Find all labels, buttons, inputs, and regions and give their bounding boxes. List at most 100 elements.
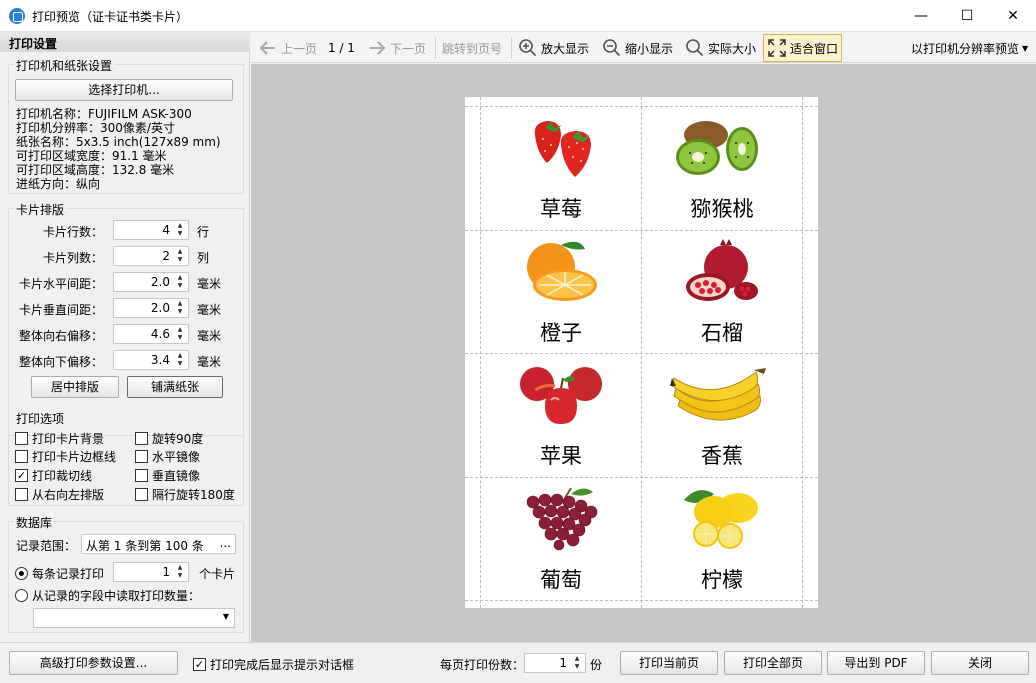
fit-window-button[interactable]: 适合窗口 [763,34,843,62]
arrow-left-icon [259,41,275,55]
card-layout-group-title: 卡片排版 [14,201,67,218]
show-dialog-checkbox[interactable]: ✓ 打印完成后显示提示对话框 [193,656,354,673]
spinner-arrows-icon[interactable]: ▲ ▼ [174,564,186,580]
export-pdf-button[interactable]: 导出到 PDF [827,651,925,675]
spinner-arrows-icon[interactable]: ▲ ▼ [571,655,583,671]
print-options-group-title: 打印选项 [14,410,67,427]
preview-toolbar: 上一页 1 / 1 下一页 跳转到页号 放大显示 缩小显示 实际大小 适合窗口 … [251,32,1036,63]
checkbox-icon [15,450,28,463]
right-offset-value: 4.6 [150,327,170,341]
alt-rotate-checkbox[interactable]: 隔行旋转180度 [135,486,235,503]
next-page-label: 下一页 [390,41,427,56]
rotate90-label: 旋转90度 [152,432,204,446]
spinner-arrows-icon[interactable]: ▲ ▼ [174,274,186,290]
cols-spinner[interactable]: 2 ▲ ▼ [113,246,189,266]
resolution-preview-dropdown[interactable]: 以打印机分辨率预览 ▼ [911,36,1028,60]
arrow-right-icon [370,41,386,55]
database-group-title: 数据库 [14,514,55,531]
prev-page-label: 上一页 [281,41,318,56]
checkbox-icon [135,488,148,501]
rtl-layout-label: 从右向左排版 [32,488,105,502]
card-strawberry: 草莓 [481,107,641,226]
actual-size-button[interactable]: 实际大小 [685,36,756,60]
copies-spinner[interactable]: 1 ▲ ▼ [524,653,586,673]
checkbox-icon [135,432,148,445]
from-field-radio[interactable]: 从记录的字段中读取打印数量： [15,587,200,604]
print-current-button[interactable]: 打印当前页 [620,651,718,675]
database-group: 数据库 记录范围： 从第 1 条到第 100 条 ... 每条记录打印 1 ▲ ▼ … [8,514,244,633]
record-range-field[interactable]: 从第 1 条到第 100 条 ... [81,534,236,554]
cols-value: 2 [162,249,170,263]
close-window-button[interactable]: ✕ [990,0,1036,32]
show-dialog-label: 打印完成后显示提示对话框 [210,658,355,672]
spinner-arrows-icon[interactable]: ▲ ▼ [174,326,186,342]
card-name: 香蕉 [701,444,743,468]
card-name: 橙子 [540,321,582,345]
zoom-out-label: 缩小显示 [625,41,674,56]
print-cut-lines-checkbox[interactable]: ✓ 打印裁切线 [15,467,92,484]
lemon-icon [684,490,758,549]
vgap-value: 2.0 [150,301,170,315]
hgap-spinner[interactable]: 2.0 ▲ ▼ [113,272,189,292]
goto-page-button[interactable]: 跳转到页号 [442,36,502,60]
minimize-button[interactable]: — [898,0,944,32]
from-field-label: 从记录的字段中读取打印数量： [32,589,201,603]
card-name: 草莓 [540,197,582,221]
rotate90-checkbox[interactable]: 旋转90度 [135,430,203,447]
cols-label: 卡片列数： [42,251,103,265]
card-layout-group: 卡片排版 卡片行数： 4 ▲ ▼ 行 卡片列数： 2 ▲ ▼ 列 卡片水平间距： 2.0… [8,201,244,436]
maximize-button[interactable]: ☐ [944,0,990,32]
paper-page: 草莓 猕猴桃 橙子 石榴 苹果 香蕉 葡萄 柠檬 [465,97,818,608]
print-background-label: 打印卡片背景 [32,432,105,446]
record-range-value: 从第 1 条到第 100 条 [86,539,204,553]
grape-icon [526,487,598,551]
zoom-in-button[interactable]: 放大显示 [518,36,589,60]
per-record-unit: 个卡片 [199,567,236,581]
zoom-out-button[interactable]: 缩小显示 [602,36,673,60]
spinner-arrows-icon[interactable]: ▲ ▼ [174,352,186,368]
vmirror-checkbox[interactable]: 垂直镜像 [135,467,200,484]
magnifier-icon [686,39,704,57]
center-layout-button[interactable]: 居中排版 [31,376,119,398]
down-offset-label: 整体向下偏移： [18,355,103,369]
card-name: 苹果 [540,444,582,468]
print-all-button[interactable]: 打印全部页 [724,651,822,675]
card-orange: 橙子 [481,231,641,350]
feed-direction-info: 进纸方向：纵向 [16,177,101,191]
resolution-preview-label: 以打印机分辨率预览 [911,41,1020,56]
next-page-button[interactable]: 下一页 [367,36,426,60]
checkbox-icon [135,469,148,482]
rtl-layout-checkbox[interactable]: 从右向左排版 [15,486,104,503]
fill-paper-button[interactable]: 铺满纸张 [127,376,223,398]
prev-page-button[interactable]: 上一页 [258,36,317,60]
select-printer-button[interactable]: 选择打印机... [15,79,233,101]
per-record-spinner[interactable]: 1 ▲ ▼ [113,562,189,582]
banana-icon [670,368,766,421]
rows-spinner[interactable]: 4 ▲ ▼ [113,220,189,240]
card-name: 柠檬 [701,568,743,592]
zoom-in-icon [519,39,537,57]
bottom-bar: 高级打印参数设置... ✓ 打印完成后显示提示对话框 每页打印份数： 1 ▲ ▼ 份 … [0,642,1036,683]
field-select-dropdown[interactable]: ▼ [33,608,235,628]
print-background-checkbox[interactable]: 打印卡片背景 [15,430,104,447]
record-range-more-button[interactable]: ... [220,536,231,550]
per-record-radio[interactable]: 每条记录打印 [15,565,104,582]
dropdown-arrow-icon[interactable]: ▼ [223,612,229,621]
right-offset-spinner[interactable]: 4.6 ▲ ▼ [113,324,189,344]
down-offset-spinner[interactable]: 3.4 ▲ ▼ [113,350,189,370]
spinner-arrows-icon[interactable]: ▲ ▼ [174,222,186,238]
vgap-spinner[interactable]: 2.0 ▲ ▼ [113,298,189,318]
per-record-value: 1 [162,565,170,579]
spinner-arrows-icon[interactable]: ▲ ▼ [174,300,186,316]
card-banana: 香蕉 [642,354,802,473]
spinner-arrows-icon[interactable]: ▲ ▼ [174,248,186,264]
hmirror-checkbox[interactable]: 水平镜像 [135,448,200,465]
advanced-settings-button[interactable]: 高级打印参数设置... [9,651,178,675]
print-border-checkbox[interactable]: 打印卡片边框线 [15,448,116,465]
checkbox-icon [135,450,148,463]
copies-label: 每页打印份数： [440,658,525,672]
card-apple: 苹果 [481,354,641,473]
close-button[interactable]: 关闭 [931,651,1029,675]
checkmark-icon: ✓ [15,469,28,482]
pomegranate-icon [686,239,758,301]
